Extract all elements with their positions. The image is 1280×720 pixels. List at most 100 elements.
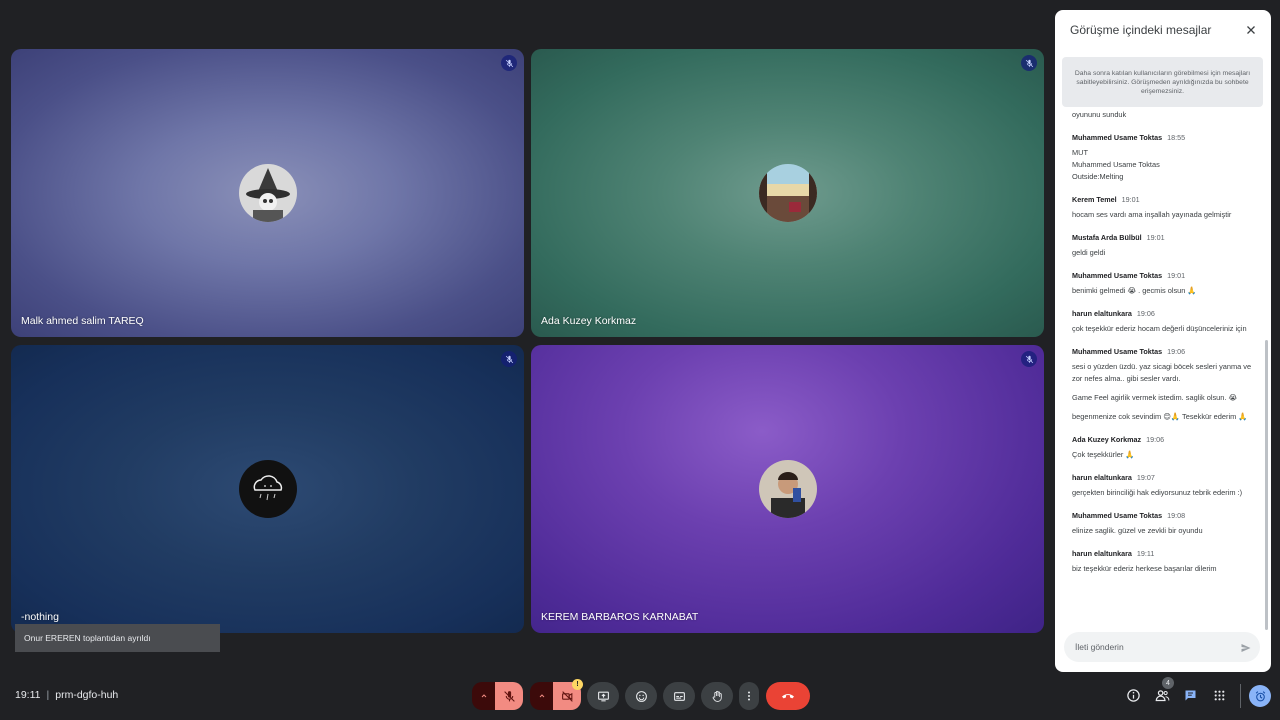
message-text: çok teşekkür ederiz hocam değerli düşünc…	[1072, 324, 1247, 333]
send-icon[interactable]	[1240, 641, 1252, 653]
activities-button[interactable]	[1210, 686, 1228, 704]
message-sender: harun elaltunkara	[1072, 309, 1132, 318]
message-text: oyununu sunduk	[1072, 110, 1127, 119]
message-text: MUT	[1072, 148, 1089, 157]
captions-button[interactable]	[663, 682, 695, 710]
captions-icon	[673, 691, 685, 701]
chevron-up-icon	[539, 694, 545, 698]
meeting-code: prm-dgfo-huh	[55, 689, 119, 701]
message-time: 19:11	[1136, 549, 1155, 558]
message-time: 19:06	[1146, 435, 1165, 444]
message-time: 19:07	[1136, 473, 1155, 482]
message-time: 19:06	[1136, 309, 1155, 318]
chat-panel: Görüşme içindeki mesajlar oyununu sunduk…	[1055, 10, 1271, 672]
more-options-button[interactable]	[739, 682, 759, 710]
message-group: Muhammed Usame Toktas 18:55 MUT Muhammed …	[1055, 133, 1260, 183]
message-sender: Muhammed Usame Toktas	[1072, 133, 1163, 142]
mic-off-icon	[501, 351, 517, 367]
landscape-photo-avatar-icon	[758, 164, 817, 222]
microphone-toggle-button[interactable]	[495, 682, 523, 710]
chat-icon	[1185, 690, 1195, 700]
host-controls-button[interactable]	[1249, 685, 1271, 707]
message-sender: Mustafa Arda Bülbül	[1072, 233, 1142, 242]
message-sender: Muhammed Usame Toktas	[1072, 347, 1163, 356]
chat-message-list[interactable]: oyununu sunduk Muhammed Usame Toktas 18:5…	[1055, 107, 1260, 627]
message-text: elinize saglik. güzel ve zevkli bir oyun…	[1072, 526, 1203, 535]
message-group: Ada Kuzey Korkmaz 19:06 Çok teşekkürler 🙏	[1055, 435, 1260, 461]
camera-off-icon	[561, 690, 573, 702]
participant-tile[interactable]: KEREM BARBAROS KARNABAT	[531, 345, 1044, 633]
apps-grid-icon	[1214, 690, 1224, 700]
audio-options-button[interactable]	[472, 682, 496, 710]
message-sender: Muhammed Usame Toktas	[1072, 511, 1163, 520]
message-text: benimki gelmedi 😭 . gecmis olsun 🙏	[1072, 286, 1197, 295]
pinned-messages-note: Daha sonra katılan kullanıcıların görebi…	[1062, 57, 1263, 107]
chevron-up-icon	[481, 694, 487, 698]
people-count-badge: 4	[1162, 677, 1174, 689]
message-group: Mustafa Arda Bülbül 19:01 geldi geldi	[1055, 233, 1260, 259]
participant-tile[interactable]: Malk ahmed salim TAREQ	[11, 49, 524, 337]
message-time: 19:01	[1167, 271, 1186, 280]
message-group: Muhammed Usame Toktas 19:06 sesi o yüzden…	[1055, 347, 1260, 423]
clipped-message: oyununu sunduk	[1055, 109, 1260, 121]
people-icon	[1155, 689, 1169, 701]
message-time: 19:08	[1167, 511, 1186, 520]
message-time: 19:01	[1121, 195, 1140, 204]
message-group: Kerem Temel 19:01 hocam ses vardı ama inş…	[1055, 195, 1260, 221]
message-input[interactable]: İleti gönderin	[1064, 632, 1260, 662]
message-text: Muhammed Usame Toktas	[1072, 160, 1160, 169]
message-group: harun elaltunkara 19:07 gerçekten birinci…	[1055, 473, 1260, 499]
camera-warning-badge: !	[572, 679, 583, 690]
message-text: hocam ses vardı ama inşallah yayınada ge…	[1072, 210, 1232, 219]
message-group: harun elaltunkara 19:11 biz teşekkür eder…	[1055, 549, 1260, 575]
participant-name: KEREM BARBAROS KARNABAT	[541, 611, 699, 623]
call-end-icon	[782, 694, 794, 699]
message-sender: Ada Kuzey Korkmaz	[1072, 435, 1142, 444]
mic-off-icon	[1021, 55, 1037, 71]
leave-call-button[interactable]	[766, 682, 810, 710]
message-text: Game Feel agirlik vermek istedim. saglik…	[1072, 393, 1238, 402]
witch-cartoon-avatar-icon	[238, 164, 297, 222]
alarm-clock-icon	[1255, 690, 1265, 701]
participant-tile[interactable]: -nothing	[11, 345, 524, 633]
message-text: gerçekten birinciliği hak ediyorsunuz te…	[1072, 488, 1243, 497]
present-screen-icon	[597, 691, 609, 701]
message-sender: harun elaltunkara	[1072, 473, 1132, 482]
rain-cloud-avatar-icon	[238, 460, 297, 518]
toast-text: Onur EREREN toplantıdan ayrıldı	[24, 633, 151, 643]
message-group: harun elaltunkara 19:06 çok teşekkür eder…	[1055, 309, 1260, 335]
mic-off-icon	[501, 55, 517, 71]
chat-panel-title: Görüşme içindeki mesajlar	[1070, 23, 1212, 37]
video-options-button[interactable]	[530, 682, 554, 710]
message-text: sesi o yüzden üzdü. yaz sicagi böcek ses…	[1072, 362, 1252, 383]
meeting-separator: |	[46, 689, 50, 701]
participant-tile[interactable]: Ada Kuzey Korkmaz	[531, 49, 1044, 337]
message-text: Çok teşekkürler 🙏	[1072, 450, 1135, 459]
close-icon[interactable]	[1245, 23, 1257, 35]
notification-toast: Onur EREREN toplantıdan ayrıldı	[15, 624, 220, 652]
raise-hand-button[interactable]	[701, 682, 733, 710]
toolbar-divider	[1240, 684, 1241, 708]
message-sender: Muhammed Usame Toktas	[1072, 271, 1163, 280]
meeting-time: 19:11	[15, 689, 41, 701]
message-time: 18:55	[1167, 133, 1186, 142]
chat-button[interactable]	[1181, 686, 1199, 704]
meeting-info: 19:11 | prm-dgfo-huh	[15, 689, 118, 701]
more-vert-icon	[748, 691, 750, 701]
reactions-button[interactable]	[625, 682, 657, 710]
meeting-details-button[interactable]	[1124, 686, 1142, 704]
message-group: Muhammed Usame Toktas 19:08 elinize sagli…	[1055, 511, 1260, 537]
mic-off-icon	[1021, 351, 1037, 367]
info-icon	[1126, 688, 1140, 702]
person-photo-avatar-icon	[758, 460, 817, 518]
chat-scrollbar[interactable]	[1265, 340, 1268, 630]
mic-off-icon	[503, 690, 515, 702]
message-group: Muhammed Usame Toktas 19:01 benimki gelme…	[1055, 271, 1260, 297]
participant-name: -nothing	[21, 611, 59, 623]
participant-name: Ada Kuzey Korkmaz	[541, 315, 637, 327]
message-text: geldi geldi	[1072, 248, 1106, 257]
message-time: 19:01	[1146, 233, 1165, 242]
present-screen-button[interactable]	[587, 682, 619, 710]
message-input-placeholder: İleti gönderin	[1075, 642, 1124, 652]
message-time: 19:06	[1167, 347, 1186, 356]
